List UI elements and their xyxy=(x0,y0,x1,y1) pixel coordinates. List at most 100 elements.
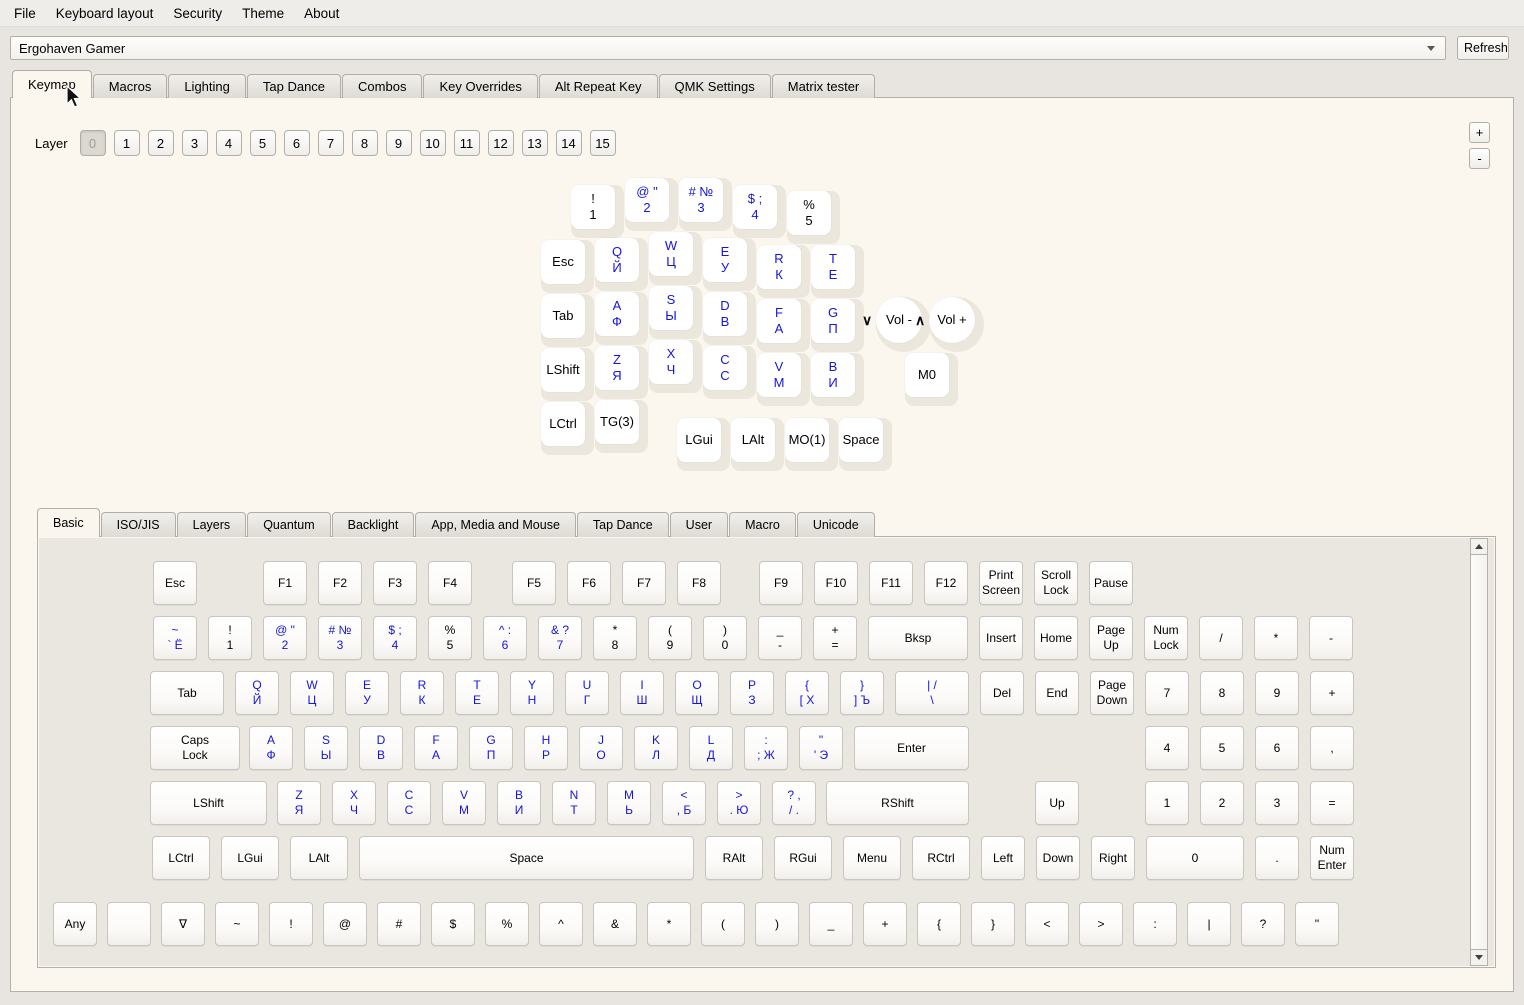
tab-tap-dance[interactable]: Tap Dance xyxy=(247,74,341,98)
picker-key-key[interactable]: ? xyxy=(1241,902,1285,946)
layer-button-12[interactable]: 12 xyxy=(488,130,514,156)
keymap-key-e[interactable]: EУ xyxy=(703,238,747,282)
picker-key-v[interactable]: VМ xyxy=(442,781,486,825)
picker-key-j[interactable]: JО xyxy=(579,726,623,770)
picker-key-key[interactable]: ! xyxy=(269,902,313,946)
keymap-key-5[interactable]: %5 xyxy=(787,191,831,235)
picker-key-key[interactable]: $ xyxy=(431,902,475,946)
picker-key-key[interactable]: > xyxy=(1079,902,1123,946)
layer-button-1[interactable]: 1 xyxy=(114,130,140,156)
picker-key-any[interactable]: Any xyxy=(53,902,97,946)
picker-key-5[interactable]: %5 xyxy=(428,616,472,660)
tab-macros[interactable]: Macros xyxy=(93,74,168,98)
picker-key-f2[interactable]: F2 xyxy=(318,561,362,605)
picker-key-tab[interactable]: Tab xyxy=(150,671,224,715)
picker-key-key[interactable]: / xyxy=(1199,616,1243,660)
picker-key-f[interactable]: FА xyxy=(414,726,458,770)
picker-key-lctrl[interactable]: LCtrl xyxy=(152,836,210,880)
picker-tab-app-media-and-mouse[interactable]: App, Media and Mouse xyxy=(415,512,576,537)
picker-tab-quantum[interactable]: Quantum xyxy=(247,512,330,537)
picker-key-lgui[interactable]: LGui xyxy=(221,836,279,880)
picker-key-d[interactable]: DВ xyxy=(359,726,403,770)
picker-key-key[interactable]: ^ xyxy=(539,902,583,946)
picker-key-key[interactable]: ~` Ё xyxy=(153,616,197,660)
picker-key-m[interactable]: MЬ xyxy=(607,781,651,825)
picker-key-f9[interactable]: F9 xyxy=(759,561,803,605)
scroll-up-button[interactable] xyxy=(1471,539,1487,554)
layer-button-11[interactable]: 11 xyxy=(454,130,480,156)
picker-key-f7[interactable]: F7 xyxy=(622,561,666,605)
picker-key-e[interactable]: EУ xyxy=(345,671,389,715)
picker-key-key[interactable]: | /\ xyxy=(895,671,969,715)
scroll-down-button[interactable] xyxy=(1471,950,1487,965)
picker-key-page-down[interactable]: PageDown xyxy=(1090,671,1134,715)
picker-tab-backlight[interactable]: Backlight xyxy=(332,512,415,537)
picker-key-p[interactable]: PЗ xyxy=(730,671,774,715)
picker-tab-user[interactable]: User xyxy=(670,512,728,537)
picker-key-rgui[interactable]: RGui xyxy=(774,836,832,880)
picker-key-lshift[interactable]: LShift xyxy=(150,781,267,825)
picker-key-q[interactable]: QЙ xyxy=(235,671,279,715)
picker-key-t[interactable]: TЕ xyxy=(455,671,499,715)
picker-key-y[interactable]: YН xyxy=(510,671,554,715)
picker-key-key[interactable]: <, Б xyxy=(662,781,706,825)
picker-key-9[interactable]: 9 xyxy=(1255,671,1299,715)
picker-key-key[interactable]: | xyxy=(1187,902,1231,946)
picker-key-key[interactable]: } xyxy=(971,902,1015,946)
picker-key-f5[interactable]: F5 xyxy=(512,561,556,605)
picker-key-5[interactable]: 5 xyxy=(1200,726,1244,770)
picker-key-key[interactable]: += xyxy=(813,616,857,660)
keymap-key-tg-3[interactable]: TG(3) xyxy=(595,400,639,444)
layer-button-0[interactable]: 0 xyxy=(80,130,106,156)
picker-key-key[interactable]: , xyxy=(1310,726,1354,770)
picker-key-down[interactable]: Down xyxy=(1036,836,1080,880)
picker-key-right[interactable]: Right xyxy=(1091,836,1135,880)
picker-key-num-enter[interactable]: NumEnter xyxy=(1310,836,1354,880)
picker-key-key[interactable]: # xyxy=(377,902,421,946)
picker-key-home[interactable]: Home xyxy=(1034,616,1078,660)
picker-key-key[interactable]: - xyxy=(1309,616,1353,660)
keyboard-device-select[interactable]: Ergohaven Gamer xyxy=(10,36,1446,60)
picker-tab-layers[interactable]: Layers xyxy=(177,512,247,537)
keymap-key-w[interactable]: WЦ xyxy=(649,232,693,276)
picker-key-f10[interactable]: F10 xyxy=(814,561,858,605)
keymap-key-r[interactable]: RК xyxy=(757,245,801,289)
keymap-key-4[interactable]: $ ;4 xyxy=(733,185,777,229)
picker-key-key[interactable]: + xyxy=(863,902,907,946)
zoom-out-button[interactable]: - xyxy=(1469,148,1490,169)
picker-key-key[interactable]: ~ xyxy=(215,902,259,946)
picker-key-key[interactable]: " xyxy=(1295,902,1339,946)
picker-key-space[interactable]: Space xyxy=(359,836,694,880)
picker-key-key[interactable]: * xyxy=(647,902,691,946)
tab-matrix-tester[interactable]: Matrix tester xyxy=(772,74,876,98)
keymap-key-b[interactable]: BИ xyxy=(811,353,855,397)
picker-key-page-up[interactable]: PageUp xyxy=(1089,616,1133,660)
tab-key-overrides[interactable]: Key Overrides xyxy=(423,74,537,98)
picker-key-b[interactable]: BИ xyxy=(497,781,541,825)
picker-key-4[interactable]: 4 xyxy=(1145,726,1189,770)
layer-button-2[interactable]: 2 xyxy=(148,130,174,156)
picker-key-menu[interactable]: Menu xyxy=(843,836,901,880)
picker-tab-iso-jis[interactable]: ISO/JIS xyxy=(101,512,176,537)
menu-file[interactable]: File xyxy=(4,1,46,26)
picker-key-0[interactable]: )0 xyxy=(703,616,747,660)
picker-key-key[interactable]: _- xyxy=(758,616,802,660)
picker-key-key[interactable]: < xyxy=(1025,902,1069,946)
picker-key-1[interactable]: !1 xyxy=(208,616,252,660)
picker-key-key[interactable]: }] Ъ xyxy=(840,671,884,715)
picker-key-rshift[interactable]: RShift xyxy=(826,781,969,825)
keymap-key-lctrl[interactable]: LCtrl xyxy=(541,402,585,446)
picker-key-end[interactable]: End xyxy=(1035,671,1079,715)
picker-key-bksp[interactable]: Bksp xyxy=(868,616,968,660)
picker-key-u[interactable]: UГ xyxy=(565,671,609,715)
keymap-key-x[interactable]: XЧ xyxy=(649,340,693,384)
keymap-key-v[interactable]: VМ xyxy=(757,353,801,397)
layer-button-8[interactable]: 8 xyxy=(352,130,378,156)
layer-button-3[interactable]: 3 xyxy=(182,130,208,156)
picker-key-key[interactable]: ? ,/ . xyxy=(772,781,816,825)
layer-button-7[interactable]: 7 xyxy=(318,130,344,156)
picker-key-s[interactable]: SЫ xyxy=(304,726,348,770)
layer-button-10[interactable]: 10 xyxy=(420,130,446,156)
picker-key-key[interactable] xyxy=(107,902,151,946)
keymap-key-t[interactable]: TЕ xyxy=(811,245,855,289)
